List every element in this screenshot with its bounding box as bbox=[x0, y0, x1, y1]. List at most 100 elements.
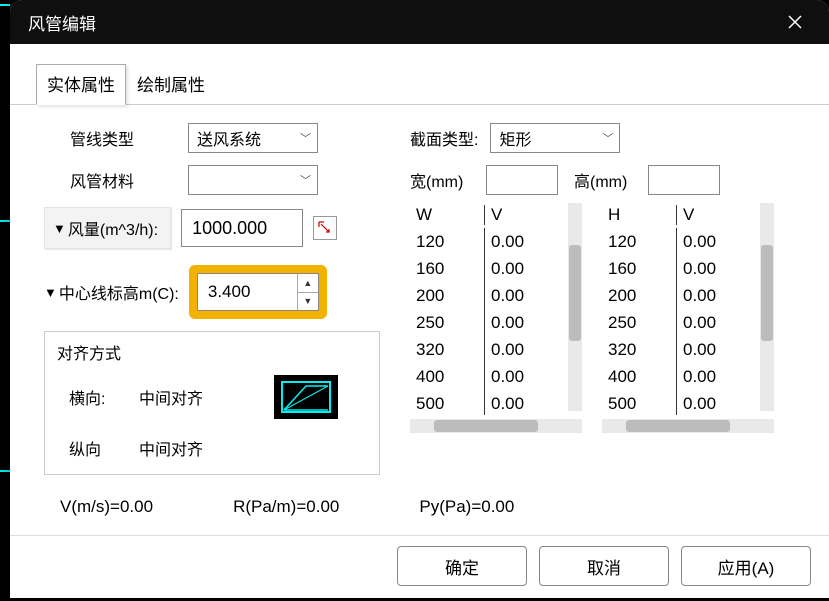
table-header: W bbox=[410, 205, 484, 225]
chevron-down-icon: ﹀ bbox=[300, 172, 311, 188]
titlebar: 风管编辑 bbox=[10, 0, 829, 44]
table-row[interactable]: 2000.00 bbox=[602, 282, 774, 309]
horizontal-scrollbar[interactable] bbox=[410, 419, 582, 433]
table-row[interactable]: 1600.00 bbox=[410, 255, 582, 282]
airflow-label: 风量(m^3/h): bbox=[68, 216, 158, 240]
vert-align-label: 纵向 bbox=[69, 436, 139, 460]
scroll-thumb[interactable] bbox=[569, 245, 581, 341]
table-row[interactable]: 4000.00 bbox=[410, 363, 582, 390]
scroll-thumb[interactable] bbox=[626, 420, 730, 432]
width-input[interactable] bbox=[486, 165, 558, 195]
left-column: 管线类型 送风系统 ﹀ 风管材料 ﹀ ▼ 风量( bbox=[44, 123, 404, 475]
table-h[interactable]: H V 1200.001600.002000.002500.003200.004… bbox=[602, 203, 774, 415]
table-row[interactable]: 2000.00 bbox=[410, 282, 582, 309]
table-h-wrap: H V 1200.001600.002000.002500.003200.004… bbox=[602, 203, 774, 433]
table-body: 1200.001600.002000.002500.003200.004000.… bbox=[410, 228, 582, 415]
tab-label: 绘制属性 bbox=[137, 76, 205, 95]
pipe-type-select[interactable]: 送风系统 ﹀ bbox=[188, 123, 318, 153]
table-cell: 200 bbox=[602, 282, 676, 309]
horiz-align-value: 中间对齐 bbox=[139, 385, 203, 409]
center-elev-label: 中心线标高m(C): bbox=[59, 280, 179, 304]
horizontal-scrollbar[interactable] bbox=[602, 419, 774, 433]
table-row[interactable]: 3200.00 bbox=[410, 336, 582, 363]
table-cell: 320 bbox=[410, 336, 484, 363]
table-w-wrap: W V 1200.001600.002000.002500.003200.004… bbox=[410, 203, 582, 433]
form-area: 管线类型 送风系统 ﹀ 风管材料 ﹀ ▼ 风量( bbox=[44, 123, 805, 475]
table-cell: 500 bbox=[410, 390, 484, 415]
pipe-type-label: 管线类型 bbox=[44, 126, 134, 150]
right-column: 截面类型: 矩形 ﹀ 宽(mm) 高(mm) bbox=[410, 123, 805, 475]
table-row[interactable]: 2500.00 bbox=[410, 309, 582, 336]
dialog-duct-edit: 风管编辑 实体属性 绘制属性 管线类型 送风系统 ﹀ 风管材料 bbox=[10, 0, 829, 598]
table-row[interactable]: 5000.00 bbox=[602, 390, 774, 415]
stat-pressure: Py(Pa)=0.00 bbox=[419, 497, 514, 517]
center-elev-highlight: 3.400 ▲ ▼ bbox=[189, 265, 327, 319]
spin-down-icon[interactable]: ▼ bbox=[298, 293, 318, 311]
table-cell: 160 bbox=[410, 255, 484, 282]
table-row[interactable]: 1200.00 bbox=[602, 228, 774, 255]
table-row[interactable]: 1600.00 bbox=[602, 255, 774, 282]
table-body: 1200.001600.002000.002500.003200.004000.… bbox=[602, 228, 774, 415]
align-group: 对齐方式 横向: 中间对齐 bbox=[44, 331, 380, 475]
tab-strip: 实体属性 绘制属性 bbox=[36, 64, 829, 105]
table-row[interactable]: 5000.00 bbox=[410, 390, 582, 415]
button-label: 取消 bbox=[587, 554, 621, 579]
close-icon[interactable] bbox=[773, 2, 817, 42]
height-input[interactable] bbox=[648, 165, 720, 195]
stat-resistance: R(Pa/m)=0.00 bbox=[233, 497, 339, 517]
scroll-thumb[interactable] bbox=[434, 420, 538, 432]
duct-material-label: 风管材料 bbox=[44, 168, 134, 192]
airflow-input[interactable]: 1000.000 bbox=[181, 209, 303, 247]
airflow-value: 1000.000 bbox=[192, 218, 267, 239]
stat-velocity: V(m/s)=0.00 bbox=[60, 497, 153, 517]
table-cell: 250 bbox=[602, 309, 676, 336]
tab-panel-entity: 管线类型 送风系统 ﹀ 风管材料 ﹀ ▼ 风量( bbox=[10, 104, 829, 535]
align-preview-button[interactable] bbox=[273, 374, 339, 420]
table-cell: 500 bbox=[602, 390, 676, 415]
table-cell: 400 bbox=[410, 363, 484, 390]
height-label: 高(mm) bbox=[574, 168, 644, 192]
stats-row: V(m/s)=0.00 R(Pa/m)=0.00 Py(Pa)=0.00 bbox=[44, 497, 805, 517]
width-label: 宽(mm) bbox=[410, 168, 482, 192]
vertical-scrollbar[interactable] bbox=[760, 203, 774, 411]
table-row[interactable]: 3200.00 bbox=[602, 336, 774, 363]
tab-entity-props[interactable]: 实体属性 bbox=[36, 64, 126, 105]
center-elev-value: 3.400 bbox=[198, 274, 297, 310]
airflow-pick-button[interactable] bbox=[313, 216, 337, 240]
section-type-select[interactable]: 矩形 ﹀ bbox=[490, 123, 620, 153]
dialog-button-row: 确定 取消 应用(A) bbox=[10, 535, 829, 598]
button-label: 应用(A) bbox=[718, 554, 775, 579]
table-row[interactable]: 4000.00 bbox=[602, 363, 774, 390]
center-elev-spin[interactable]: 3.400 ▲ ▼ bbox=[197, 273, 319, 311]
table-w[interactable]: W V 1200.001600.002000.002500.003200.004… bbox=[410, 203, 582, 415]
table-cell: 250 bbox=[410, 309, 484, 336]
spin-buttons: ▲ ▼ bbox=[297, 274, 318, 310]
horiz-align-label: 横向: bbox=[69, 385, 139, 409]
apply-button[interactable]: 应用(A) bbox=[681, 546, 811, 586]
spin-up-icon[interactable]: ▲ bbox=[298, 274, 318, 293]
chevron-down-icon: ﹀ bbox=[602, 130, 613, 146]
duct-material-select[interactable]: ﹀ bbox=[188, 165, 318, 195]
vert-align-value: 中间对齐 bbox=[139, 436, 203, 460]
window-title: 风管编辑 bbox=[28, 10, 773, 35]
center-elev-label-wrap[interactable]: ▼ 中心线标高m(C): bbox=[44, 280, 179, 304]
table-cell: 120 bbox=[410, 228, 484, 255]
airflow-label-box[interactable]: ▼ 风量(m^3/h): bbox=[44, 207, 171, 249]
select-value: 矩形 bbox=[499, 126, 531, 150]
table-cell: 200 bbox=[410, 282, 484, 309]
table-row[interactable]: 2500.00 bbox=[602, 309, 774, 336]
table-header: H bbox=[602, 205, 676, 225]
triangle-down-icon: ▼ bbox=[53, 221, 66, 236]
table-row[interactable]: 1200.00 bbox=[410, 228, 582, 255]
tab-draw-props[interactable]: 绘制属性 bbox=[126, 64, 216, 105]
button-label: 确定 bbox=[445, 554, 479, 579]
ok-button[interactable]: 确定 bbox=[397, 546, 527, 586]
size-tables: W V 1200.001600.002000.002500.003200.004… bbox=[410, 203, 805, 433]
align-group-title: 对齐方式 bbox=[57, 340, 367, 364]
tab-label: 实体属性 bbox=[47, 76, 115, 95]
chevron-down-icon: ﹀ bbox=[300, 130, 311, 146]
scroll-thumb[interactable] bbox=[761, 245, 773, 341]
vertical-scrollbar[interactable] bbox=[568, 203, 582, 411]
cancel-button[interactable]: 取消 bbox=[539, 546, 669, 586]
triangle-down-icon: ▼ bbox=[44, 285, 57, 300]
